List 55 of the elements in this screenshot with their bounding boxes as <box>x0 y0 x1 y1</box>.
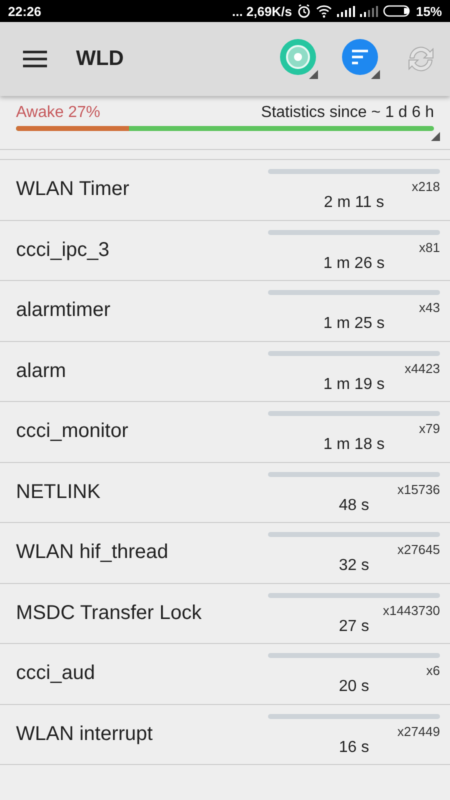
sort-icon[interactable] <box>342 39 382 79</box>
wakelock-row[interactable]: WLAN Timer x218 2 m 11 s <box>0 160 450 220</box>
wakelock-count: x43 <box>419 300 440 315</box>
wakelock-count: x6 <box>426 663 440 678</box>
clock: 22:26 <box>8 4 42 18</box>
wakelock-duration: 1 m 25 s <box>323 315 385 333</box>
wakelock-duration: 48 s <box>338 496 370 514</box>
statistics-since: Statistics since ~ 1 d 6 h <box>261 104 434 122</box>
wakelock-duration: 27 s <box>338 618 370 636</box>
battery-icon <box>382 5 411 17</box>
wakelock-name: WLAN Timer <box>16 178 130 202</box>
wakelock-row[interactable]: WLAN hif_thread x27645 32 s <box>0 523 450 584</box>
wakelock-name: alarm <box>16 360 68 383</box>
alarm-icon <box>296 4 311 18</box>
wakelock-name: MSDC Transfer Lock <box>16 602 203 625</box>
wakelock-row[interactable]: ccci_aud x6 20 s <box>0 644 450 704</box>
wakelock-count: x4423 <box>404 360 440 376</box>
app-title: WLD <box>76 47 124 71</box>
signal-icon <box>360 6 378 16</box>
wakelock-count: x27645 <box>397 542 440 557</box>
wakelock-duration: 1 m 26 s <box>323 254 385 272</box>
wakelock-row[interactable]: alarm x4423 1 m 19 s <box>0 342 450 402</box>
wakelock-duration: 16 s <box>338 738 370 756</box>
wakelock-duration: 1 m 18 s <box>323 436 385 454</box>
wakelock-row[interactable]: alarmtimer x43 1 m 25 s <box>0 281 450 342</box>
wakelock-name: alarmtimer <box>16 299 112 322</box>
wakelock-name: NETLINK <box>16 480 102 504</box>
battery-level: 15% <box>416 4 442 18</box>
wakelock-name: ccci_aud <box>16 662 96 686</box>
wakelock-row[interactable]: ccci_ipc_3 x81 1 m 26 s <box>0 220 450 281</box>
wakelock-name: WLAN hif_thread <box>16 541 170 564</box>
wakelock-row[interactable]: NETLINK x15736 48 s <box>0 462 450 523</box>
target-icon[interactable] <box>280 39 320 79</box>
wakelock-duration: 2 m 11 s <box>324 194 384 212</box>
wifi-icon <box>316 4 332 18</box>
menu-icon[interactable] <box>23 50 47 68</box>
wakelock-name: ccci_monitor <box>16 420 130 444</box>
network-speed: ... 2,69K/s <box>232 4 292 18</box>
wakelock-count: x79 <box>419 421 440 436</box>
wakelock-row[interactable]: WLAN interrupt x27449 16 s <box>0 704 450 765</box>
awake-percent: Awake 27% <box>16 104 100 122</box>
wakelock-row[interactable]: MSDC Transfer Lock x1443730 27 s <box>0 584 450 644</box>
wakelock-count: x15736 <box>397 482 440 496</box>
wakelock-duration: 20 s <box>338 678 370 696</box>
wakelock-count: x27449 <box>397 724 440 738</box>
wakelock-name: ccci_ipc_3 <box>16 238 110 262</box>
signal-icon <box>336 6 355 16</box>
wakelock-duration: 1 m 19 s <box>323 376 385 394</box>
wakelock-count: x218 <box>412 179 440 194</box>
wakelock-count: x1443730 <box>382 602 440 618</box>
wakelock-duration: 32 s <box>338 557 370 575</box>
corner-icon <box>431 132 440 141</box>
wakelock-row[interactable]: ccci_monitor x79 1 m 18 s <box>0 402 450 462</box>
wakelock-name: WLAN interrupt <box>16 722 154 746</box>
wakelock-count: x81 <box>419 240 440 254</box>
